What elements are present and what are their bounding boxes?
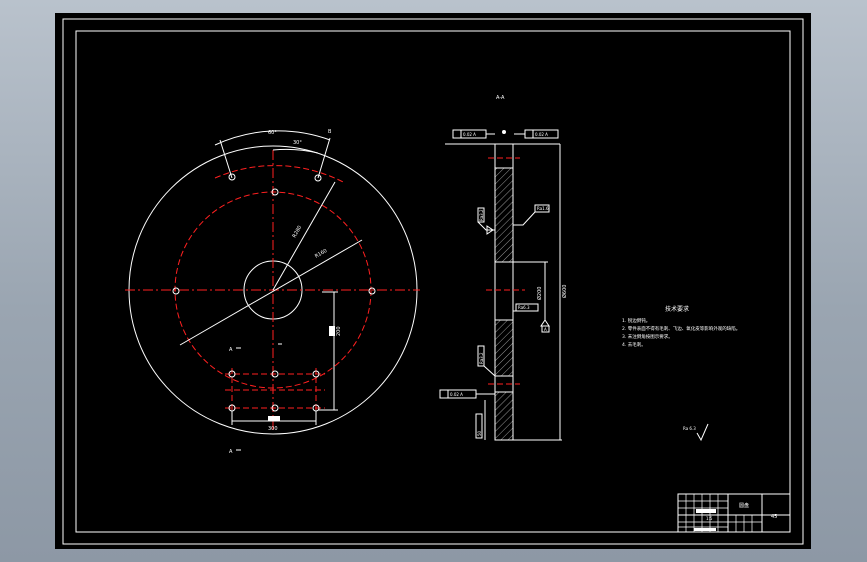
tb-material: 45 (771, 514, 777, 520)
hatch-lower (494, 319, 514, 377)
gtol-top-right: 0.02 A (535, 132, 548, 137)
tb-fill (694, 528, 716, 531)
note-item-2: 2. 零件表面不得有毛刺、飞边、氧化皮等影响外观的缺陷。 (622, 325, 740, 332)
dim-angle-outer: 60° (268, 130, 277, 136)
dim-horizontal: 300 (268, 426, 278, 432)
tb-part-name: 圆盘 (739, 502, 749, 509)
hatch-bottom (494, 391, 514, 441)
view-label-b: B (328, 129, 332, 135)
cad-viewport[interactable]: R280 R160 60° 30° B 200 300 A A A-A 0.02… (0, 0, 867, 562)
dim-angle-inner: 30° (293, 140, 302, 146)
tb-scale: 1:5 (706, 516, 713, 521)
section-side-label-2: Ra1.6 (537, 206, 549, 211)
dim-bore: Ø200 (536, 287, 543, 300)
view-label-a-top: A (229, 347, 233, 353)
section-side-label-1: Ra3.2 (479, 209, 484, 221)
note-item-1: 1. 锐边倒钝。 (622, 317, 650, 324)
section-side-label-4: Ra3.2 (479, 352, 484, 364)
hatch-upper (494, 167, 514, 263)
surface-finish-text: Ra 6.3 (683, 426, 696, 431)
gtol-top-left: 0.02 A (463, 132, 476, 137)
gtol-bottom: 0.02 A (450, 392, 463, 397)
datum-marker (502, 130, 506, 134)
tb-fill (696, 509, 716, 513)
section-title: A-A (496, 95, 505, 101)
view-label-a-bottom: A (229, 449, 233, 455)
datum-a: A (544, 327, 547, 332)
section-side-label-3: Ra6.3 (518, 305, 530, 310)
dim-horiz-box (268, 416, 280, 421)
note-item-4: 4. 去毛刺。 (622, 341, 646, 348)
notes-title: 技术要求 (665, 305, 689, 313)
dim-diameter: Ø600 (561, 285, 568, 298)
note-item-3: 3. 未注倒角按图示要求。 (622, 333, 673, 340)
drawing-area[interactable] (55, 13, 811, 549)
section-bottom-dim: 50 (477, 430, 482, 436)
dim-vert-box (329, 326, 335, 336)
dim-vertical: 200 (336, 326, 342, 336)
